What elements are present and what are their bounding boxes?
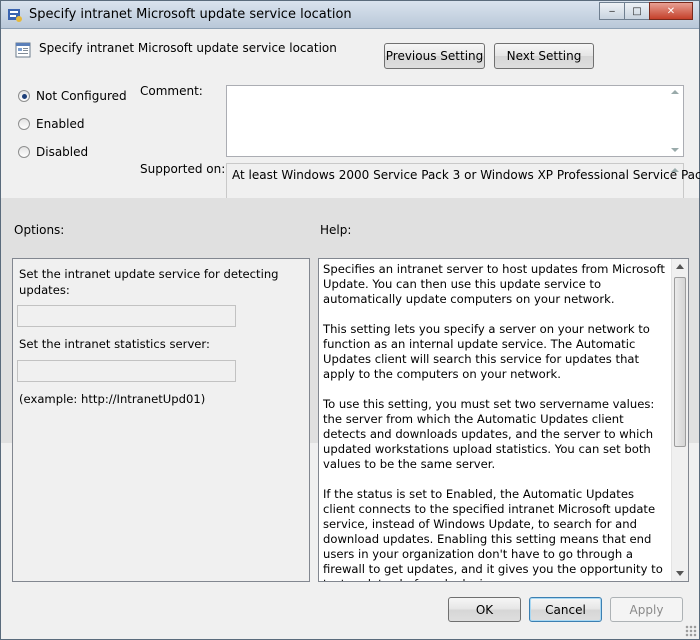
help-paragraph: To use this setting, you must set two se…	[323, 397, 655, 471]
radio-not-configured[interactable]: Not Configured	[18, 89, 127, 103]
radio-disabled[interactable]: Disabled	[18, 145, 88, 159]
window-title: Specify intranet Microsoft update servic…	[29, 7, 352, 22]
ok-button[interactable]: OK	[448, 597, 521, 622]
help-text: Specifies an intranet server to host upd…	[323, 262, 668, 581]
policy-dialog-window: Specify intranet Microsoft update servic…	[0, 0, 700, 640]
policy-app-icon	[8, 9, 22, 22]
help-scrollbar[interactable]	[671, 259, 688, 581]
stats-server-input[interactable]	[17, 360, 236, 382]
resize-grip[interactable]	[685, 625, 697, 637]
help-paragraph: Specifies an intranet server to host upd…	[323, 262, 665, 306]
options-heading: Options:	[14, 223, 65, 237]
scroll-down-icon[interactable]	[671, 148, 679, 152]
radio-label: Enabled	[36, 117, 85, 131]
caption-buttons: ‒ □ ✕	[599, 2, 693, 20]
setting-title: Specify intranet Microsoft update servic…	[39, 41, 337, 55]
help-scrollbar-thumb[interactable]	[674, 277, 686, 447]
radio-indicator[interactable]	[18, 118, 30, 130]
comment-label: Comment:	[140, 84, 203, 98]
radio-indicator[interactable]	[18, 90, 30, 102]
radio-indicator[interactable]	[18, 146, 30, 158]
supported-on-label: Supported on:	[140, 162, 226, 176]
help-paragraph: If the status is set to Enabled, the Aut…	[323, 487, 663, 581]
help-panel[interactable]: Specifies an intranet server to host upd…	[318, 258, 689, 582]
policy-setting-icon	[15, 42, 31, 58]
scroll-up-icon[interactable]	[671, 90, 679, 94]
scroll-up-icon[interactable]	[671, 168, 679, 172]
previous-setting-button[interactable]: Previous Setting	[384, 43, 485, 69]
detect-server-input[interactable]	[17, 305, 236, 327]
title-bar[interactable]: Specify intranet Microsoft update servic…	[1, 1, 699, 29]
maximize-button[interactable]: □	[624, 2, 650, 20]
detect-server-label: Set the intranet update service for dete…	[19, 267, 279, 297]
supported-on-value: At least Windows 2000 Service Pack 3 or …	[232, 168, 700, 182]
radio-enabled[interactable]: Enabled	[18, 117, 85, 131]
options-panel: Set the intranet update service for dete…	[12, 258, 310, 582]
radio-label: Not Configured	[36, 89, 127, 103]
apply-button[interactable]: Apply	[610, 597, 683, 622]
comment-textarea[interactable]	[226, 85, 684, 157]
scroll-down-icon[interactable]	[676, 571, 684, 576]
radio-label: Disabled	[36, 145, 89, 159]
cancel-button[interactable]: Cancel	[529, 597, 602, 622]
scroll-up-icon[interactable]	[676, 264, 684, 269]
stats-server-label: Set the intranet statistics server:	[19, 337, 210, 351]
minimize-button[interactable]: ‒	[599, 2, 625, 20]
example-text: (example: http://IntranetUpd01)	[19, 392, 206, 406]
close-button[interactable]: ✕	[649, 2, 693, 20]
help-heading: Help:	[320, 223, 352, 237]
next-setting-button[interactable]: Next Setting	[494, 43, 594, 69]
comment-scrollbar[interactable]	[667, 86, 683, 156]
help-paragraph: This setting lets you specify a server o…	[323, 322, 650, 381]
